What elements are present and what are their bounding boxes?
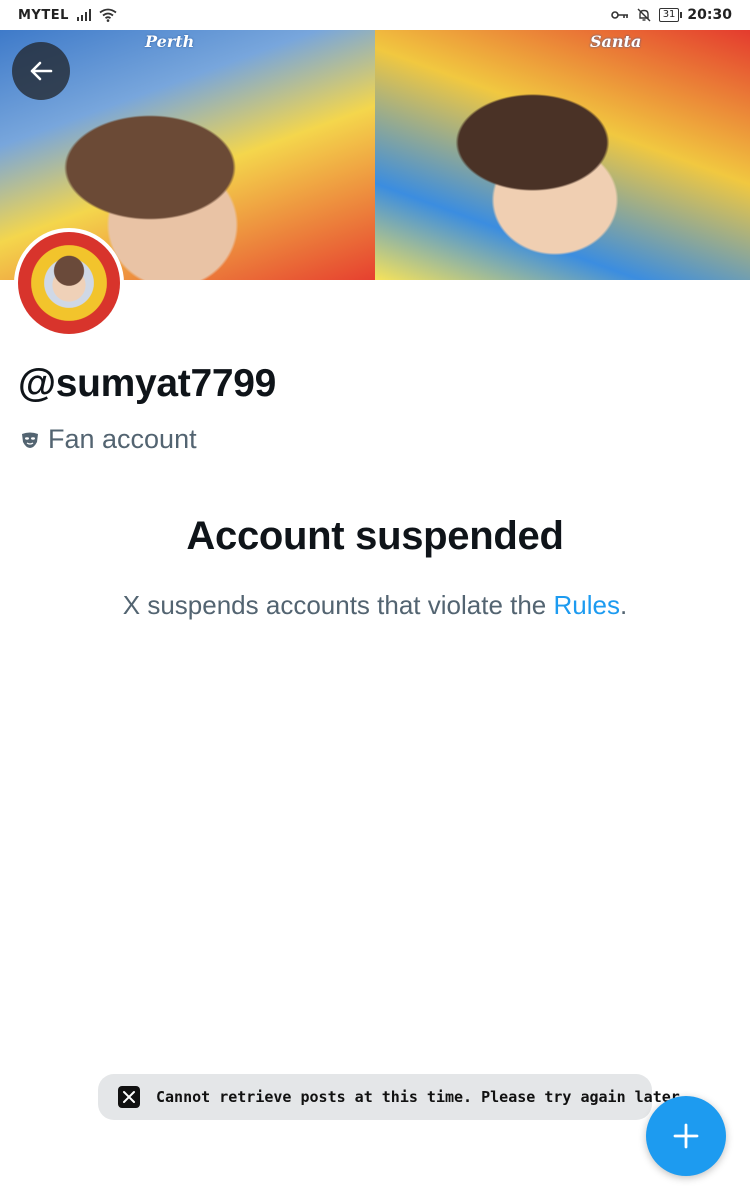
signal-icon bbox=[76, 9, 91, 21]
plus-icon bbox=[673, 1123, 699, 1149]
fan-account-badge: Fan account bbox=[20, 424, 197, 455]
battery-icon: 31 bbox=[658, 8, 683, 22]
status-right: 31 20:30 bbox=[610, 7, 732, 23]
banner-image-right bbox=[375, 30, 750, 280]
suspended-description: X suspends accounts that violate the Rul… bbox=[0, 590, 750, 621]
profile-handle: @sumyat7799 bbox=[18, 362, 277, 405]
avatar[interactable] bbox=[14, 228, 124, 338]
clock: 20:30 bbox=[687, 7, 732, 23]
carrier-name: MYTEL bbox=[18, 7, 69, 23]
wifi-icon bbox=[99, 8, 117, 22]
description-text: X suspends accounts that violate the bbox=[122, 590, 554, 620]
status-bar: MYTEL 31 20:30 bbox=[0, 0, 750, 30]
avatar-image bbox=[18, 232, 120, 334]
banner-text-left: Perth bbox=[145, 32, 195, 51]
toast-message: Cannot retrieve posts at this time. Plea… bbox=[156, 1088, 689, 1106]
description-period: . bbox=[619, 590, 628, 620]
error-toast: Cannot retrieve posts at this time. Plea… bbox=[98, 1074, 689, 1120]
mask-icon bbox=[22, 432, 38, 448]
back-button[interactable] bbox=[12, 42, 70, 100]
compose-button[interactable] bbox=[646, 1096, 726, 1176]
profile-banner: Perth Santa bbox=[0, 30, 750, 280]
arrow-left-icon bbox=[30, 61, 53, 81]
rules-link[interactable]: Rules bbox=[554, 590, 620, 620]
mute-icon bbox=[637, 8, 651, 22]
badge-label: Fan account bbox=[48, 424, 197, 454]
status-left: MYTEL bbox=[18, 8, 117, 23]
banner-text-right: Santa bbox=[590, 32, 642, 51]
suspended-title: Account suspended bbox=[186, 514, 564, 558]
x-logo-icon bbox=[118, 1086, 140, 1108]
key-icon bbox=[610, 11, 628, 19]
